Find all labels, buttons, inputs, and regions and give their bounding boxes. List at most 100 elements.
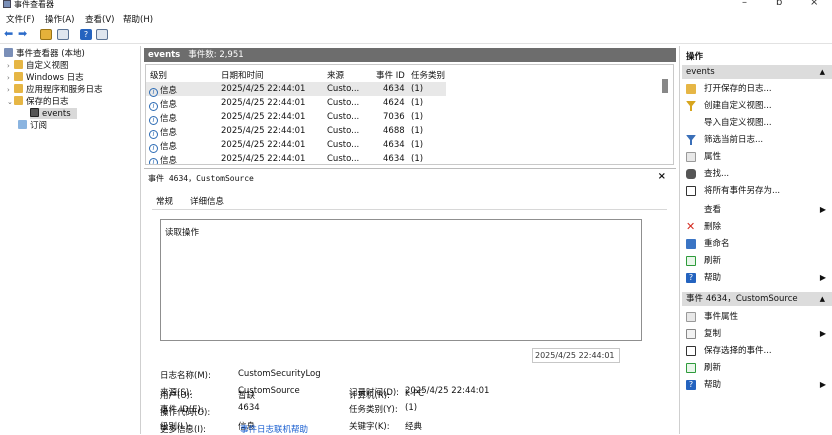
chevron-right-icon[interactable]: › (7, 73, 14, 84)
cell-task: (1) (411, 154, 424, 164)
label-user: 用户(U): (160, 391, 193, 401)
help-icon: ? (686, 273, 696, 283)
action-create-custom-view[interactable]: 创建自定义视图... (682, 99, 832, 113)
table-row[interactable]: i 信息 2025/4/25 22:44:01 Custo... 4624 (1) (146, 96, 446, 111)
tree-item-windows-logs[interactable]: › Windows 日志 (7, 72, 84, 83)
minimize-button[interactable]: – (742, 0, 747, 8)
grid-scrollbar[interactable] (661, 69, 669, 163)
action-label: 复制 (704, 329, 722, 339)
chevron-right-icon: ▶ (819, 380, 826, 389)
table-row[interactable]: i 信息 2025/4/25 22:44:01 Custo... 4634 (1) (146, 138, 446, 153)
event-log-online-help-link[interactable]: 事件日志联机帮助 (240, 423, 308, 435)
close-icon[interactable]: × (658, 171, 666, 182)
table-row[interactable]: i 信息 2025/4/25 22:44:01 Custo... 4634 (1) (146, 82, 446, 97)
subscription-icon (18, 120, 27, 129)
close-button[interactable]: × (810, 0, 818, 8)
chevron-right-icon[interactable]: › (7, 61, 14, 72)
column-header-source[interactable]: 来源 (327, 69, 344, 81)
action-copy[interactable]: 复制 ▶ (682, 327, 832, 341)
menu-view[interactable]: 查看(V) (85, 13, 114, 25)
action-help-event[interactable]: ? 帮助 ▶ (682, 378, 832, 392)
action-rename[interactable]: 重命名 (682, 237, 832, 251)
action-delete[interactable]: ✕ 删除 (682, 220, 832, 234)
value-user: 暂缺 (238, 391, 256, 401)
table-row[interactable]: i 信息 2025/4/25 22:44:01 Custo... 4634 (1) (146, 152, 446, 164)
tree-root[interactable]: 事件查看器 (本地) (4, 48, 85, 59)
cell-datetime: 2025/4/25 22:44:01 (221, 112, 306, 122)
cell-datetime: 2025/4/25 22:44:01 (221, 154, 306, 164)
action-label: 筛选当前日志... (704, 135, 764, 145)
chevron-right-icon[interactable]: › (7, 85, 14, 96)
tree-item-saved-logs[interactable]: ⌄ 保存的日志 (7, 96, 69, 107)
cell-event-id: 4634 (383, 84, 405, 94)
label-more-info: 更多信息(I): (160, 425, 207, 435)
action-label: 重命名 (704, 239, 730, 249)
menu-help[interactable]: 帮助(H) (123, 13, 153, 25)
action-find[interactable]: 查找... (682, 167, 832, 181)
table-row[interactable]: i 信息 2025/4/25 22:44:01 Custo... 4688 (1) (146, 124, 446, 139)
column-header-datetime[interactable]: 日期和时间 (221, 69, 264, 81)
section-title: 事件 4634，CustomSource (686, 294, 798, 304)
cell-source: Custo... (327, 154, 360, 164)
cell-datetime: 2025/4/25 22:44:01 (221, 140, 306, 150)
cell-datetime: 2025/4/25 22:44:01 (221, 98, 306, 108)
action-filter-current-log[interactable]: 筛选当前日志... (682, 133, 832, 147)
collapse-up-icon[interactable]: ▲ (820, 292, 825, 306)
show-action-pane-icon[interactable] (96, 29, 108, 40)
tree-item-custom-views[interactable]: › 自定义视图 (7, 60, 69, 71)
action-label: 将所有事件另存为... (704, 186, 781, 196)
tree-item-label: events (42, 109, 71, 119)
back-arrow-icon[interactable]: ⬅ (4, 27, 16, 40)
action-label: 查看 (704, 205, 722, 215)
maximize-button[interactable]: ɒ (776, 0, 782, 8)
chevron-down-icon[interactable]: ⌄ (7, 97, 14, 108)
action-import-custom-view[interactable]: 导入自定义视图... (682, 116, 832, 130)
tree-item-events[interactable]: events (30, 108, 77, 119)
column-header-event-id[interactable]: 事件 ID (376, 69, 405, 81)
action-save-all-events[interactable]: 将所有事件另存为... (682, 184, 832, 198)
action-save-selected-events[interactable]: 保存选择的事件... (682, 344, 832, 358)
action-properties[interactable]: 属性 (682, 150, 832, 164)
menu-file[interactable]: 文件(F) (6, 13, 35, 25)
action-refresh-event[interactable]: 刷新 (682, 361, 832, 375)
cell-source: Custo... (327, 126, 360, 136)
action-event-properties[interactable]: 事件属性 (682, 310, 832, 324)
cell-event-id: 7036 (383, 112, 405, 122)
up-folder-icon[interactable] (40, 29, 52, 40)
actions-pane: 操作 events ▲ 打开保存的日志... 创建自定义视图... 导入自定义视图… (679, 46, 832, 434)
tab-details[interactable]: 详细信息 (190, 195, 224, 207)
filter-icon (686, 101, 696, 111)
tree-item-label: Windows 日志 (26, 73, 84, 83)
actions-section-event[interactable]: 事件 4634，CustomSource ▲ (682, 292, 832, 306)
tree-item-subscriptions[interactable]: 订阅 (18, 120, 47, 131)
action-open-saved-log[interactable]: 打开保存的日志... (682, 82, 832, 96)
cell-task: (1) (411, 84, 424, 94)
action-help[interactable]: ? 帮助 ▶ (682, 271, 832, 285)
log-header: events 事件数: 2,951 (144, 48, 676, 62)
tree-item-label: 订阅 (30, 121, 48, 131)
collapse-up-icon[interactable]: ▲ (820, 65, 825, 79)
tree-item-app-service-logs[interactable]: › 应用程序和服务日志 (7, 84, 103, 95)
help-icon[interactable]: ? (80, 29, 92, 40)
action-label: 刷新 (704, 256, 722, 266)
help-icon: ? (686, 380, 696, 390)
scrollbar-thumb[interactable] (662, 79, 668, 93)
actions-section-events[interactable]: events ▲ (682, 65, 832, 79)
table-row[interactable]: i 信息 2025/4/25 22:44:01 Custo... 7036 (1) (146, 110, 446, 125)
action-view[interactable]: 查看 ▶ (682, 203, 832, 217)
event-description[interactable]: 读取操作 (160, 219, 642, 341)
forward-arrow-icon[interactable]: ➡ (18, 27, 30, 40)
menu-action[interactable]: 操作(A) (45, 13, 74, 25)
action-label: 事件属性 (704, 312, 739, 322)
folder-icon (14, 60, 23, 69)
cell-task: (1) (411, 112, 424, 122)
actions-header: 操作 (686, 52, 704, 62)
action-refresh[interactable]: 刷新 (682, 254, 832, 268)
show-hide-tree-icon[interactable] (57, 29, 69, 40)
label-opcode: 操作代码(O): (160, 408, 211, 418)
folder-open-icon (686, 84, 696, 94)
tab-general[interactable]: 常规 (156, 195, 173, 207)
column-header-level[interactable]: 级别 (150, 69, 167, 81)
column-header-task[interactable]: 任务类别 (411, 69, 445, 81)
action-label: 帮助 (704, 273, 722, 283)
